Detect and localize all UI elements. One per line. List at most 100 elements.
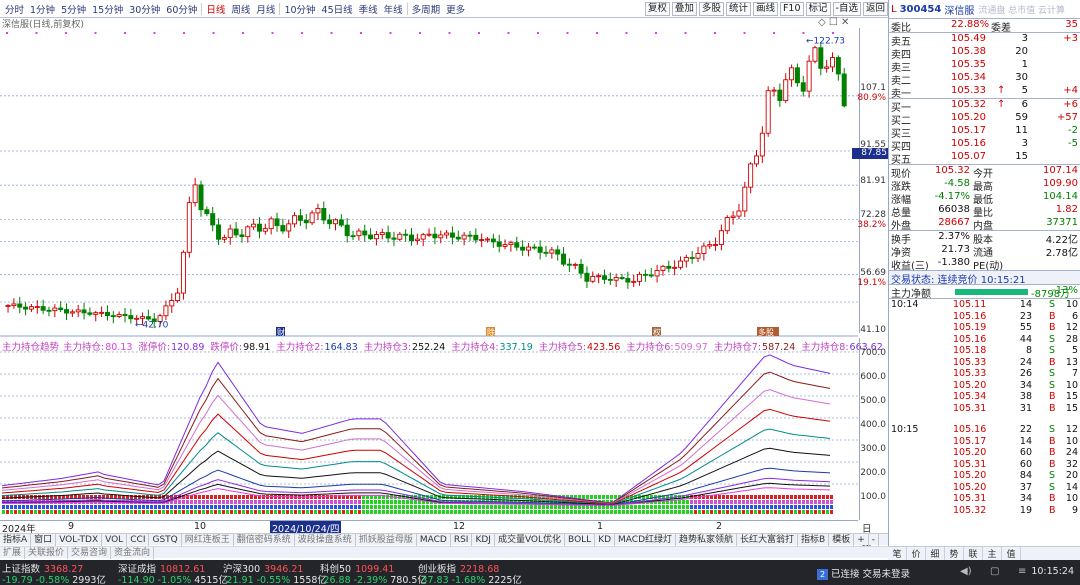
- period-13[interactable]: 多周期: [409, 2, 444, 16]
- menu-icon[interactable]: ≡: [1018, 566, 1026, 577]
- tool-button-5[interactable]: F10: [779, 2, 804, 16]
- strip-bar: [314, 510, 317, 514]
- buys-row[interactable]: 买五 105.07 15: [889, 151, 1080, 166]
- tool-button-7[interactable]: -自选: [832, 2, 861, 16]
- indicator-tab-17[interactable]: 趋势私家领航: [676, 533, 738, 546]
- period-7[interactable]: 周线: [228, 2, 253, 16]
- candle: [227, 228, 233, 239]
- stock-name[interactable]: 深信服: [944, 2, 974, 17]
- candlestick-chart[interactable]: ←122.73 ←42.70 财 除 权 多股: [0, 28, 858, 338]
- strip-bar: [690, 510, 693, 514]
- indicator-tab-18[interactable]: 长红大富翁打: [737, 533, 799, 546]
- sells-row[interactable]: 卖四 105.38 20: [889, 46, 1080, 61]
- period-10[interactable]: 45日线: [319, 2, 356, 16]
- strip-bar: [158, 505, 161, 509]
- stock-code[interactable]: 300454: [900, 4, 942, 15]
- ext-tab-1[interactable]: 关联报价: [25, 546, 69, 559]
- right-tab-6[interactable]: 值: [1002, 547, 1021, 560]
- sells-row[interactable]: 卖二 105.34 30: [889, 72, 1080, 87]
- period-11[interactable]: 季线: [356, 2, 381, 16]
- indicator-tab-13[interactable]: 成交量VOL优化: [495, 533, 566, 546]
- indicator-tab-10[interactable]: MACD: [417, 533, 451, 546]
- strip-bar: [614, 510, 617, 514]
- indicator-tab-14[interactable]: BOLL: [565, 533, 596, 546]
- sells-row[interactable]: 卖三 105.35 1: [889, 59, 1080, 74]
- indicator-tab-2[interactable]: VOL-TDX: [56, 533, 103, 546]
- indicator-tab-9[interactable]: 抓妖股益母版: [356, 533, 417, 546]
- tool-button-4[interactable]: 画线: [752, 2, 778, 16]
- period-1[interactable]: 1分钟: [27, 2, 58, 16]
- period-8[interactable]: 月线: [253, 2, 278, 16]
- indicator-tab-19[interactable]: 指标B: [798, 533, 830, 546]
- strip-bar: [746, 505, 749, 509]
- indicator-tab-16[interactable]: MACD红绿灯: [615, 533, 677, 546]
- buys-row[interactable]: 买三 105.17 11 -2: [889, 125, 1080, 140]
- tool-button-8[interactable]: 返回: [862, 2, 888, 16]
- signal-dot: [743, 32, 746, 34]
- indicator-tab-21[interactable]: +: [854, 533, 869, 546]
- strip-bar: [138, 510, 141, 514]
- indicator-tab-8[interactable]: 波段操盘系统: [295, 533, 356, 546]
- tool-button-2[interactable]: 多股: [698, 2, 724, 16]
- period-14[interactable]: 更多: [443, 2, 468, 16]
- tick-list[interactable]: 10:14 105.11 14 S 10 105.16 23 B 6 105.19 55 B 12 105…: [889, 299, 1080, 516]
- sound-icon[interactable]: ◀): [960, 566, 972, 577]
- candle: [198, 184, 204, 211]
- indicator-tab-11[interactable]: RSI: [451, 533, 473, 546]
- strip-bar: [82, 505, 85, 509]
- indicator-tab-7[interactable]: 翻倍密码系统: [234, 533, 295, 546]
- period-6[interactable]: 日线: [203, 2, 228, 16]
- tool-button-3[interactable]: 统计: [725, 2, 751, 16]
- ext-tab-2[interactable]: 交易咨询: [68, 546, 112, 559]
- indicator-tab-22[interactable]: -: [869, 533, 880, 546]
- right-tab-1[interactable]: 价: [907, 547, 926, 560]
- tool-button-0[interactable]: 复权: [644, 2, 670, 16]
- indicator-tab-1[interactable]: 窗口: [31, 533, 57, 546]
- indicator-tab-20[interactable]: 模板: [829, 533, 855, 546]
- period-5[interactable]: 60分钟: [163, 2, 200, 16]
- strip-bar: [298, 500, 301, 504]
- buys-row[interactable]: 买二 105.20 59 +57: [889, 112, 1080, 127]
- right-tab-3[interactable]: 势: [945, 547, 964, 560]
- period-3[interactable]: 15分钟: [89, 2, 126, 16]
- tool-button-6[interactable]: 标记: [805, 2, 831, 16]
- tick-side: S: [1049, 299, 1056, 310]
- indicator-chart[interactable]: [0, 338, 858, 520]
- strip-bar: [770, 495, 773, 499]
- candle: [309, 212, 315, 224]
- strip-bar: [798, 505, 801, 509]
- indicator-tab-4[interactable]: CCI: [127, 533, 150, 546]
- current-price-marker: 87.85: [852, 148, 889, 159]
- trade-status: 交易状态: 连续竞价 10:15:21: [889, 271, 1080, 286]
- buys-row[interactable]: 买一 105.32 6 ↑ +6: [889, 99, 1080, 114]
- indicator-tab-3[interactable]: VOL: [102, 533, 128, 546]
- connection-status[interactable]: 2 已连接 交易未登录: [817, 566, 910, 580]
- right-tab-4[interactable]: 联: [964, 547, 983, 560]
- period-0[interactable]: 分时: [2, 2, 27, 16]
- strip-bar: [726, 510, 729, 514]
- strip-bar: [350, 505, 353, 509]
- ext-tab-0[interactable]: 扩展: [0, 546, 26, 559]
- right-tab-0[interactable]: 笔: [888, 547, 907, 560]
- indicator-tab-0[interactable]: 指标A: [0, 533, 32, 546]
- period-4[interactable]: 30分钟: [126, 2, 163, 16]
- right-tab-5[interactable]: 主: [983, 547, 1002, 560]
- indicator-tab-6[interactable]: 网红连板王: [182, 533, 234, 546]
- chat-icon[interactable]: ▢: [990, 566, 999, 577]
- indicator-tab-5[interactable]: GSTQ: [149, 533, 182, 546]
- period-9[interactable]: 10分钟: [281, 2, 318, 16]
- period-12[interactable]: 年线: [381, 2, 406, 16]
- strip-bar: [830, 510, 833, 514]
- ext-tab-3[interactable]: 资金流向: [111, 546, 155, 559]
- strip-bar: [558, 510, 561, 514]
- right-tab-2[interactable]: 细: [926, 547, 945, 560]
- strip-bar: [706, 505, 709, 509]
- candle: [777, 89, 783, 102]
- sells-row[interactable]: 卖一 105.33 5 ↑ +4: [889, 85, 1080, 100]
- period-2[interactable]: 5分钟: [58, 2, 89, 16]
- indicator-tab-12[interactable]: KDJ: [472, 533, 495, 546]
- tool-button-1[interactable]: 叠加: [671, 2, 697, 16]
- buys-row[interactable]: 买四 105.16 3 -5: [889, 138, 1080, 153]
- indicator-tab-15[interactable]: KD: [595, 533, 616, 546]
- sells-row[interactable]: 卖五 105.49 3 +3: [889, 33, 1080, 48]
